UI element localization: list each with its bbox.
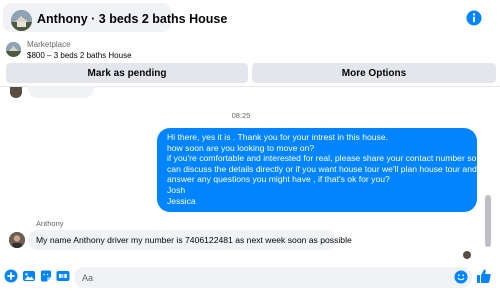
conversation-header: Anthony · 3 beds 2 baths House (0, 0, 500, 37)
incoming-message-bubble[interactable]: My name Anthony driver my number is 7406… (28, 230, 352, 250)
mark-as-pending-button[interactable]: Mark as pending (6, 63, 248, 83)
message-input[interactable] (82, 270, 442, 285)
message-composer (0, 262, 500, 293)
sender-name: Anthony (36, 219, 64, 228)
message-timestamp: 08:25 (231, 111, 251, 120)
outgoing-message-bubble[interactable]: Hi there, yes it is . Thank you for your… (157, 128, 490, 212)
listing-thumbnail[interactable] (6, 42, 21, 57)
listing-avatar (11, 10, 32, 31)
message-line: how soon are you looking to move on? (167, 142, 315, 153)
conversation-title-button[interactable]: Anthony · 3 beds 2 baths House (3, 3, 227, 32)
listing-title[interactable]: $800 – 3 beds 2 baths House (27, 51, 132, 60)
message-line: Jessica (167, 195, 196, 206)
scrollbar-thumb[interactable] (485, 195, 491, 247)
avatar[interactable] (9, 232, 25, 248)
plus-icon[interactable] (4, 269, 18, 283)
seen-indicator-avatar (463, 251, 471, 259)
emoji-icon[interactable] (454, 270, 468, 284)
info-icon[interactable] (466, 10, 482, 26)
message-text: My name Anthony driver my number is 7406… (36, 235, 352, 245)
gif-icon[interactable] (56, 269, 70, 283)
more-options-button[interactable]: More Options (252, 63, 496, 83)
message-input-container[interactable] (74, 267, 472, 288)
photo-icon[interactable] (22, 269, 36, 283)
previous-message-bubble: · · · (28, 86, 94, 98)
listing-source: Marketplace (27, 40, 71, 49)
conversation-title: Anthony · 3 beds 2 baths House (37, 12, 228, 26)
message-line: answer any questions you might have , if… (167, 174, 390, 185)
message-line: if you're comfortable and interested for… (167, 153, 490, 164)
scrollbar[interactable] (483, 87, 493, 259)
message-line: Hi there, yes it is . Thank you for your… (167, 132, 388, 142)
avatar (10, 87, 22, 98)
message-line: can discuss the details directly or if y… (167, 163, 477, 174)
sticker-icon[interactable] (39, 269, 53, 283)
like-icon[interactable] (476, 268, 492, 284)
message-line: Josh (167, 184, 186, 195)
